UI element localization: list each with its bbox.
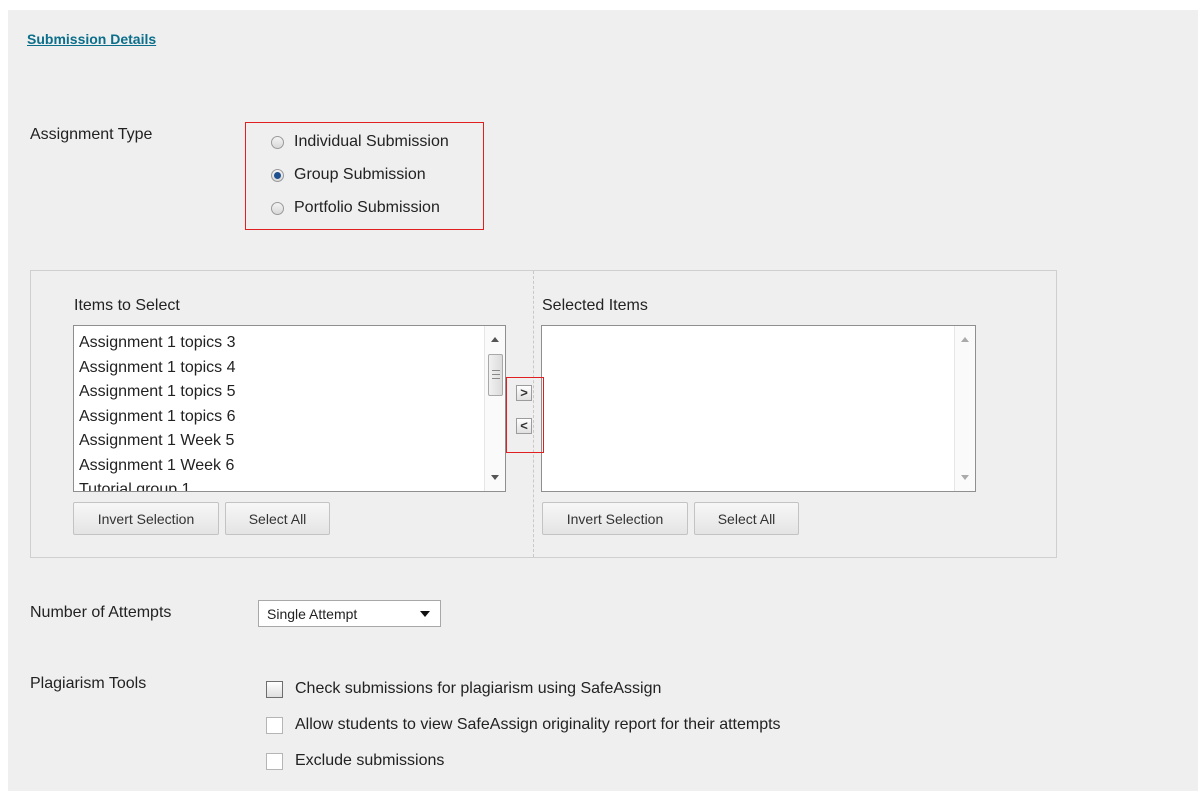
assignment-type-label: Assignment Type xyxy=(30,126,153,143)
move-left-button[interactable]: < xyxy=(516,418,532,434)
checkbox-label: Check submissions for plagiarism using S… xyxy=(295,680,662,697)
radio-individual-submission[interactable]: Individual Submission xyxy=(271,133,449,151)
radio-button[interactable] xyxy=(271,135,284,149)
checkbox-row-safeassign-report[interactable]: Allow students to view SafeAssign origin… xyxy=(266,716,781,734)
checkbox[interactable] xyxy=(266,752,283,770)
list-item[interactable]: Assignment 1 Week 6 xyxy=(79,454,236,479)
attempts-select-value: Single Attempt xyxy=(267,605,358,622)
selected-items-label: Selected Items xyxy=(542,297,648,314)
scroll-thumb[interactable] xyxy=(488,354,503,396)
selected-items-list[interactable] xyxy=(541,325,976,492)
scroll-up-icon[interactable] xyxy=(961,337,969,342)
list-item[interactable]: Tutorial group 1 xyxy=(79,478,236,491)
selected-list-scrollbar[interactable] xyxy=(954,326,975,491)
select-all-right-button[interactable]: Select All xyxy=(694,502,799,535)
radio-label: Individual Submission xyxy=(294,133,449,150)
items-to-select-label: Items to Select xyxy=(74,297,180,314)
list-item[interactable]: Assignment 1 topics 6 xyxy=(79,405,236,430)
items-list-scrollbar[interactable] xyxy=(484,326,505,491)
invert-selection-left-button[interactable]: Invert Selection xyxy=(73,502,219,535)
radio-label: Portfolio Submission xyxy=(294,199,440,216)
invert-selection-right-button[interactable]: Invert Selection xyxy=(542,502,688,535)
checkbox-row-safeassign-check[interactable]: Check submissions for plagiarism using S… xyxy=(266,680,661,698)
checkbox-label: Allow students to view SafeAssign origin… xyxy=(295,716,781,733)
attempts-select[interactable]: Single Attempt xyxy=(258,600,441,627)
scroll-down-icon[interactable] xyxy=(491,475,499,480)
checkbox[interactable] xyxy=(266,716,283,734)
radio-button[interactable] xyxy=(271,201,284,215)
items-to-select-list[interactable]: Assignment 1 topics 3 Assignment 1 topic… xyxy=(73,325,506,492)
radio-label: Group Submission xyxy=(294,166,426,183)
list-item[interactable]: Assignment 1 topics 4 xyxy=(79,356,236,381)
move-right-button[interactable]: > xyxy=(516,385,532,401)
radio-group-submission[interactable]: Group Submission xyxy=(271,166,426,184)
chevron-down-icon xyxy=(420,611,430,617)
checkbox-row-exclude-submissions[interactable]: Exclude submissions xyxy=(266,752,444,770)
plagiarism-tools-label: Plagiarism Tools xyxy=(30,675,147,692)
select-all-left-button[interactable]: Select All xyxy=(225,502,330,535)
list-item[interactable]: Assignment 1 topics 5 xyxy=(79,380,236,405)
scroll-down-icon[interactable] xyxy=(961,475,969,480)
list-item[interactable]: Assignment 1 Week 5 xyxy=(79,429,236,454)
radio-portfolio-submission[interactable]: Portfolio Submission xyxy=(271,199,440,217)
checkbox[interactable] xyxy=(266,680,283,698)
list-item[interactable]: Assignment 1 topics 3 xyxy=(79,331,236,356)
radio-button[interactable] xyxy=(271,168,284,182)
submission-details-link[interactable]: Submission Details xyxy=(27,31,156,47)
checkbox-label: Exclude submissions xyxy=(295,752,445,769)
scroll-up-icon[interactable] xyxy=(491,337,499,342)
number-of-attempts-label: Number of Attempts xyxy=(30,604,172,621)
